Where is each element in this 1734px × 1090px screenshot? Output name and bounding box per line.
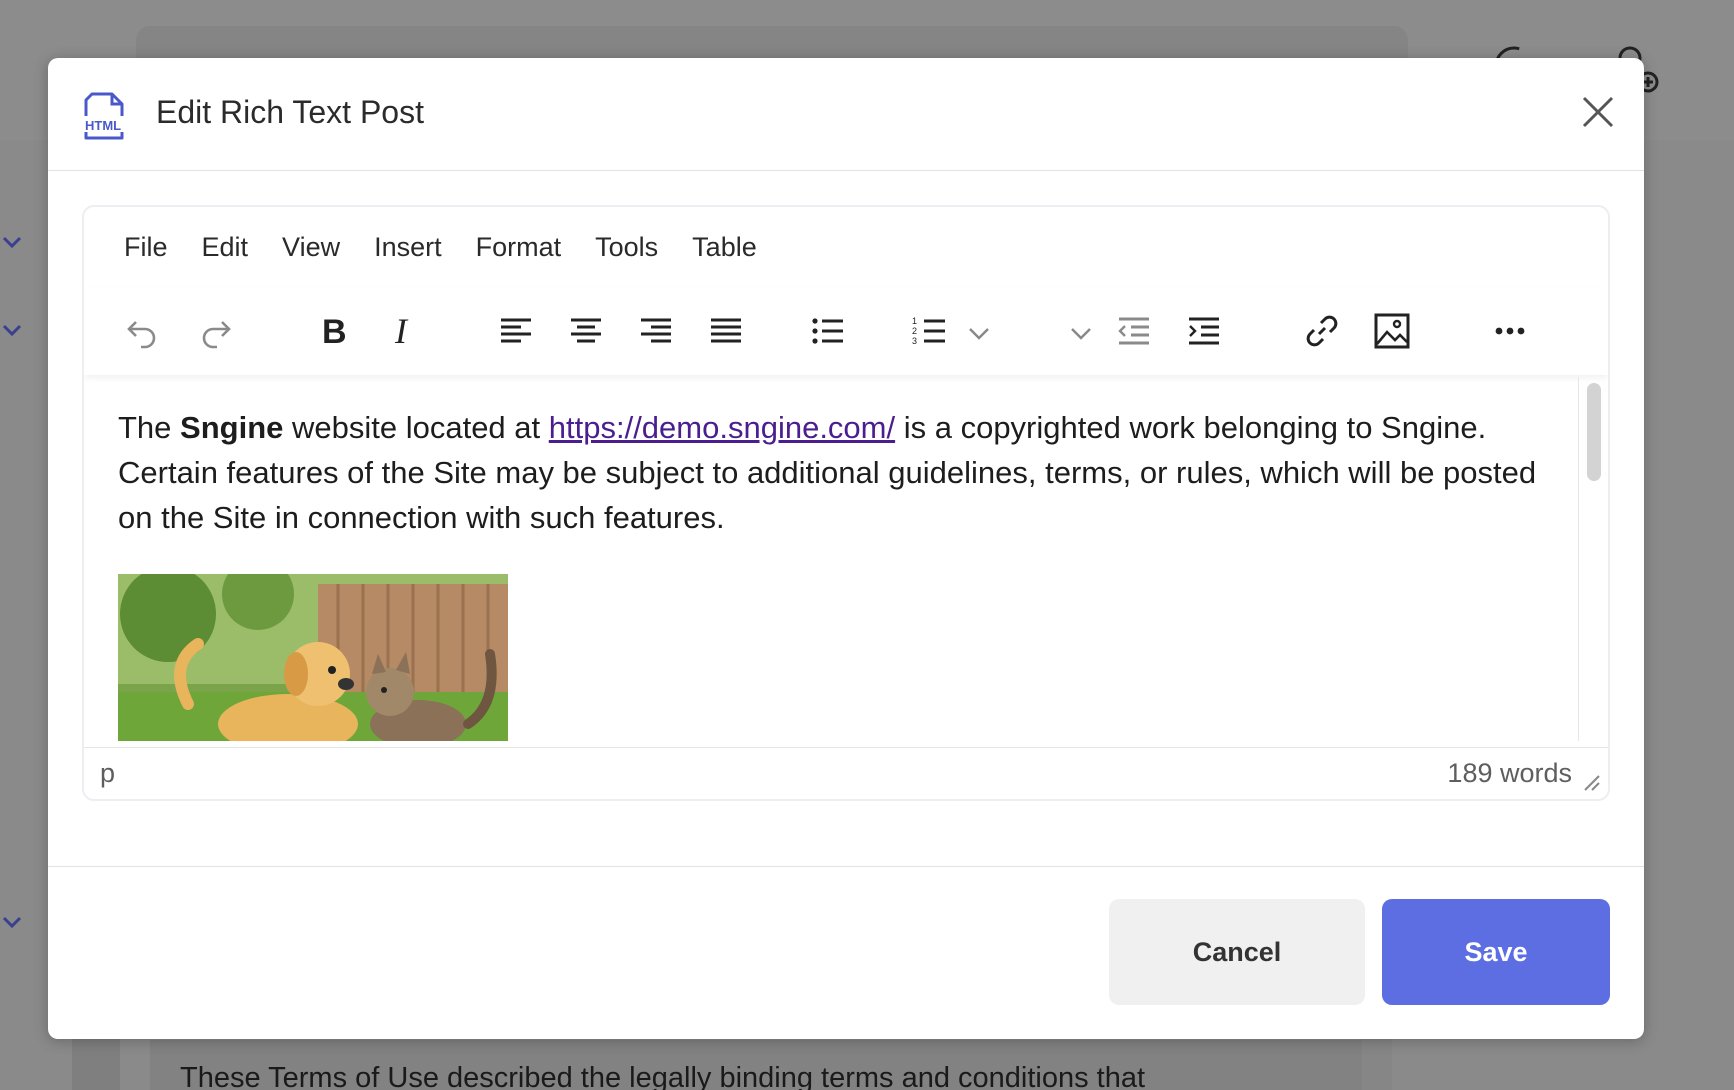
- editor-toolbar: B I 123: [84, 287, 1608, 375]
- svg-text:B: B: [322, 313, 347, 350]
- svg-text:1: 1: [912, 316, 917, 326]
- editor-statusbar: p 189 words: [84, 747, 1608, 799]
- indent-icon[interactable]: [1182, 309, 1226, 353]
- italic-icon[interactable]: I: [380, 309, 424, 353]
- menu-insert[interactable]: Insert: [374, 232, 442, 263]
- modal-title: Edit Rich Text Post: [156, 94, 424, 130]
- background-card-text: These Terms of Use described the legally…: [180, 1062, 1146, 1090]
- svg-text:HTML: HTML: [85, 118, 121, 133]
- svg-text:I: I: [394, 312, 409, 350]
- content-link[interactable]: https://demo.sngine.com/: [549, 410, 895, 445]
- more-icon[interactable]: [1488, 309, 1532, 353]
- content-text-mid: website located at: [283, 410, 549, 445]
- align-center-icon[interactable]: [564, 309, 608, 353]
- resize-handle-icon[interactable]: [1582, 773, 1600, 791]
- modal-footer: Cancel Save: [48, 866, 1644, 1039]
- align-justify-icon[interactable]: [704, 309, 748, 353]
- cancel-button[interactable]: Cancel: [1109, 899, 1365, 1005]
- rich-text-editor: File Edit View Insert Format Tools Table…: [82, 205, 1610, 801]
- menu-edit[interactable]: Edit: [202, 232, 249, 263]
- save-button[interactable]: Save: [1382, 899, 1610, 1005]
- content-text-start: The: [118, 410, 181, 445]
- svg-text:3: 3: [912, 336, 917, 346]
- align-left-icon[interactable]: [494, 309, 538, 353]
- bold-icon[interactable]: B: [310, 309, 354, 353]
- svg-text:2: 2: [912, 326, 917, 336]
- image-icon[interactable]: [1370, 309, 1414, 353]
- editor-content[interactable]: The Sngine website located at https://de…: [84, 377, 1584, 741]
- element-path[interactable]: p: [100, 758, 115, 789]
- editor-scrollbar[interactable]: [1578, 377, 1606, 741]
- menu-table[interactable]: Table: [692, 232, 757, 263]
- chevron-down-icon[interactable]: [1068, 321, 1094, 345]
- editor-menubar: File Edit View Insert Format Tools Table: [84, 207, 1608, 287]
- html-file-icon: HTML: [84, 92, 130, 140]
- chevron-down-icon: [2, 324, 22, 337]
- undo-icon[interactable]: [120, 309, 164, 353]
- word-count[interactable]: 189 words: [1447, 758, 1572, 789]
- bullet-list-icon[interactable]: [806, 309, 850, 353]
- outdent-icon[interactable]: [1112, 309, 1156, 353]
- chevron-down-icon: [2, 916, 22, 929]
- content-paragraph[interactable]: The Sngine website located at https://de…: [118, 405, 1550, 540]
- numbered-list-icon[interactable]: 123: [908, 309, 952, 353]
- edit-post-modal: HTML Edit Rich Text Post File Edit View …: [48, 58, 1644, 1039]
- menu-tools[interactable]: Tools: [595, 232, 658, 263]
- content-image[interactable]: [118, 574, 508, 741]
- redo-icon[interactable]: [194, 309, 238, 353]
- close-icon[interactable]: [1580, 94, 1616, 130]
- align-right-icon[interactable]: [634, 309, 678, 353]
- chevron-down-icon[interactable]: [966, 321, 992, 345]
- content-bold-text: Sngine: [180, 410, 284, 445]
- menu-file[interactable]: File: [124, 232, 168, 263]
- menu-view[interactable]: View: [282, 232, 340, 263]
- scroll-thumb[interactable]: [1587, 383, 1601, 481]
- chevron-down-icon: [2, 236, 22, 249]
- link-icon[interactable]: [1300, 309, 1344, 353]
- menu-format[interactable]: Format: [476, 232, 562, 263]
- modal-header: HTML Edit Rich Text Post: [48, 58, 1644, 171]
